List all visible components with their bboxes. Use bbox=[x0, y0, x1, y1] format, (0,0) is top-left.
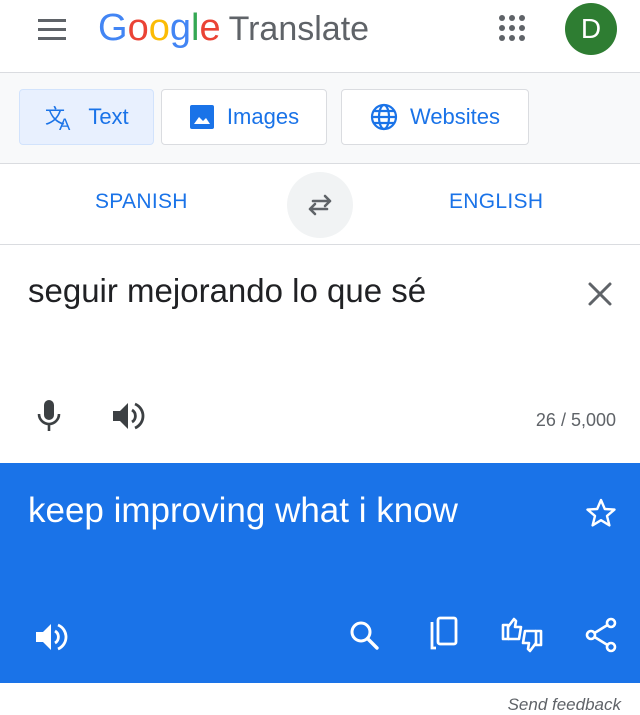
divider bbox=[0, 244, 640, 245]
google-wordmark: Google bbox=[98, 7, 221, 49]
language-bar: SPANISH ENGLISH bbox=[0, 164, 640, 244]
translate-icon: 文 A bbox=[44, 103, 76, 131]
logo-letter: o bbox=[148, 7, 170, 49]
swap-languages-button[interactable] bbox=[287, 172, 353, 238]
translation-text: keep improving what i know bbox=[28, 491, 458, 530]
tab-websites[interactable]: Websites bbox=[341, 89, 529, 145]
tab-label: Websites bbox=[409, 104, 501, 129]
rate-translation-icon[interactable] bbox=[500, 615, 544, 655]
tab-text[interactable]: 文 A Text bbox=[19, 89, 154, 145]
swap-arrows-icon bbox=[305, 193, 335, 217]
target-language-button[interactable]: ENGLISH bbox=[449, 190, 543, 214]
share-icon[interactable] bbox=[584, 617, 618, 653]
logo-letter: e bbox=[199, 7, 221, 49]
tab-label: Text bbox=[88, 104, 129, 129]
close-icon[interactable] bbox=[585, 279, 615, 309]
mode-tab-bar: 文 A Text Images Websites bbox=[0, 73, 640, 163]
hamburger-menu-icon[interactable] bbox=[36, 16, 68, 44]
avatar[interactable]: D bbox=[565, 3, 617, 55]
logo-letter: o bbox=[127, 7, 149, 49]
app-header: Google Translate D bbox=[0, 0, 640, 72]
logo-letter: G bbox=[98, 7, 128, 49]
apps-grid-icon[interactable] bbox=[498, 14, 526, 42]
star-outline-icon[interactable] bbox=[585, 497, 617, 529]
microphone-icon[interactable] bbox=[36, 398, 62, 434]
character-count: 26 / 5,000 bbox=[535, 410, 616, 430]
tab-images[interactable]: Images bbox=[161, 89, 327, 145]
tab-label: Images bbox=[226, 104, 300, 129]
source-language-button[interactable]: SPANISH bbox=[95, 190, 188, 214]
speaker-icon[interactable] bbox=[32, 619, 68, 655]
globe-icon bbox=[370, 103, 398, 131]
source-text-input[interactable]: seguir mejorando lo que sé bbox=[28, 272, 426, 310]
product-name: Translate bbox=[228, 10, 370, 48]
logo-letter: g bbox=[169, 7, 191, 49]
google-translate-logo[interactable]: Google Translate bbox=[98, 4, 369, 52]
copy-icon[interactable] bbox=[428, 616, 460, 652]
speaker-icon[interactable] bbox=[109, 398, 145, 434]
search-icon[interactable] bbox=[348, 619, 380, 651]
image-icon bbox=[189, 104, 215, 130]
svg-text:A: A bbox=[59, 115, 71, 131]
send-feedback-link[interactable]: Send feedback bbox=[508, 695, 621, 715]
translation-result-panel: keep improving what i know bbox=[0, 463, 640, 683]
